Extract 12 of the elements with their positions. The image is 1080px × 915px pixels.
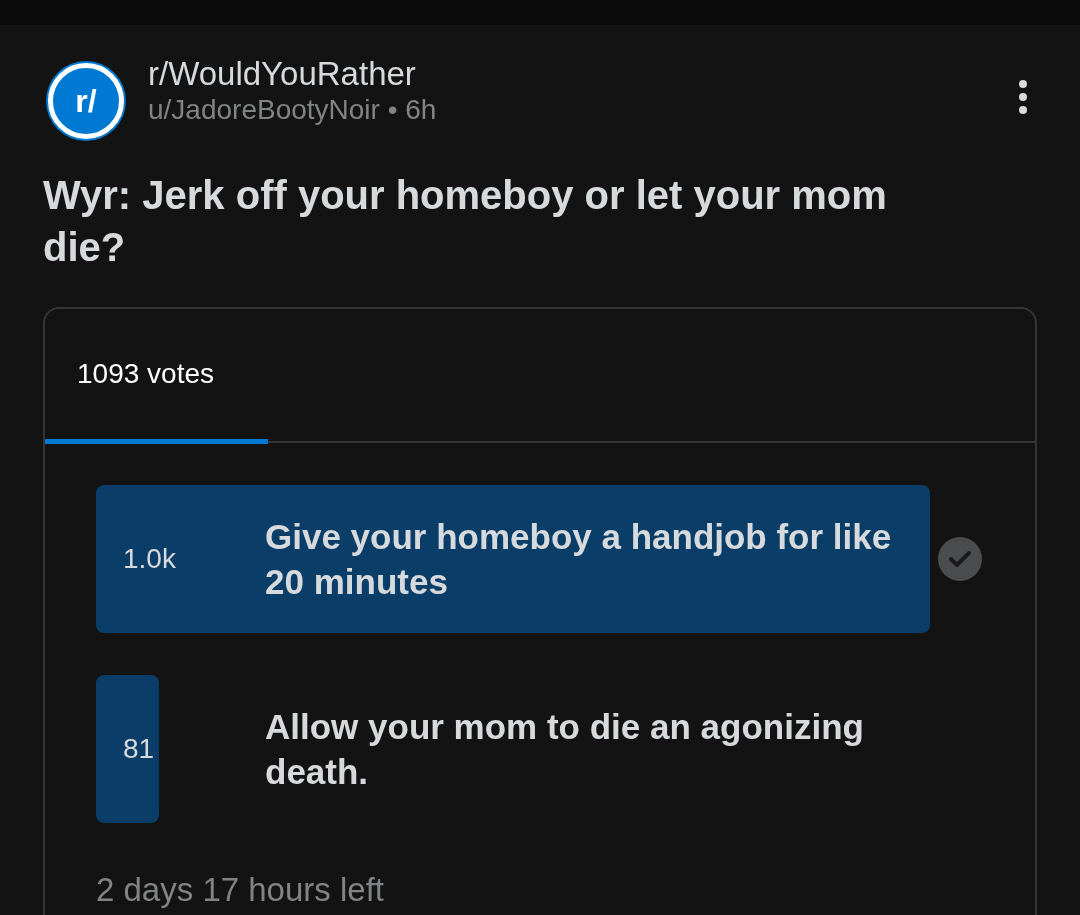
vote-count: 81 [122,732,156,766]
subreddit-name[interactable]: r/WouldYouRather [148,55,1017,93]
time-left: 2 days 17 hours left [95,870,385,910]
more-options-icon[interactable] [1017,79,1029,115]
subreddit-logo[interactable]: r/ [48,63,124,139]
vote-count: 1.0k [122,542,177,576]
post-meta: u/JadoreBootyNoir • 6h [148,92,438,127]
option-text: Allow your mom to die an agonizing death. [265,705,865,793]
post-title: Wyr: Jerk off your homeboy or let your mom die? [43,172,888,271]
option-text: Give your homeboy a handjob for like 20 minutes [265,515,893,603]
votes-tab[interactable]: 1093 votes [45,309,268,444]
checkmark-icon [937,536,983,582]
